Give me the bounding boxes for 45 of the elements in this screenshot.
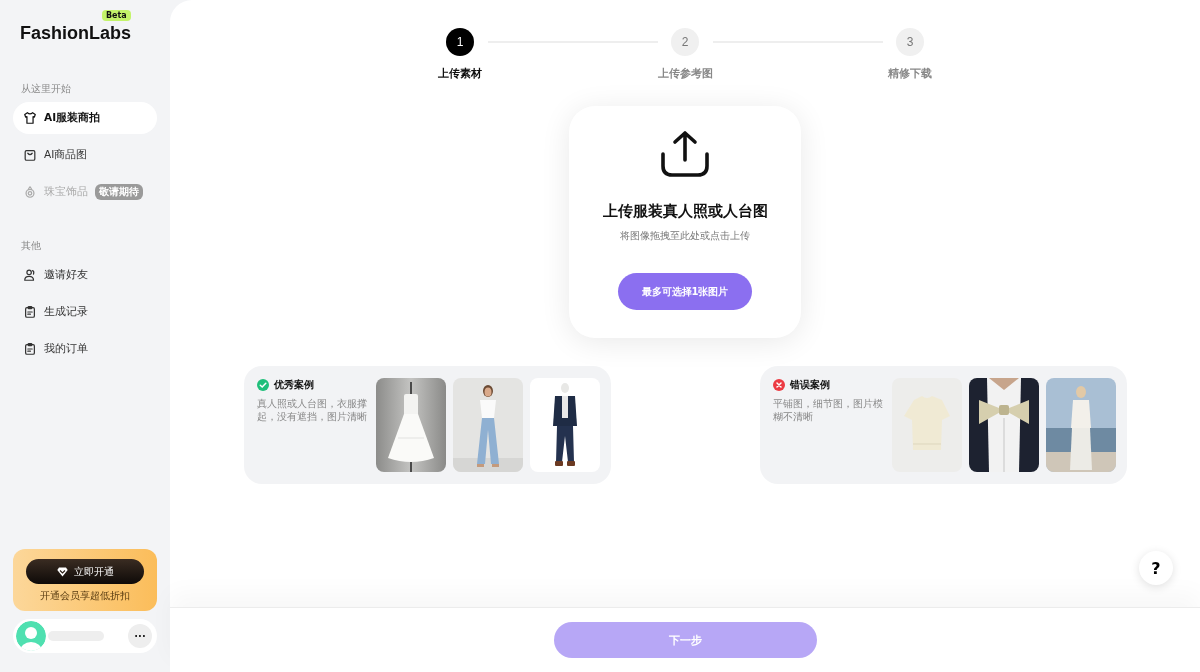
- item-label: 邀请好友: [44, 268, 88, 282]
- activate-button[interactable]: 立即开通: [26, 559, 144, 584]
- upload-title: 上传服装真人照或人台图: [602, 202, 768, 221]
- item-label: AI商品图: [44, 148, 88, 162]
- beta-badge: Beta: [102, 10, 131, 21]
- check-icon: [256, 379, 269, 391]
- sidebar-item[interactable]: AI服装商拍: [13, 102, 157, 134]
- step-label: 上传素材: [438, 66, 482, 81]
- more-button[interactable]: ···: [128, 624, 152, 648]
- coming-soon-badge: 敬请期待: [95, 184, 143, 200]
- clipboard-icon: [23, 342, 37, 356]
- example-title: 错误案例: [789, 378, 830, 392]
- upload-hint: 将图像拖拽至此处或点击上传: [620, 229, 750, 243]
- example-title: 优秀案例: [273, 378, 314, 392]
- step-number: 2: [671, 28, 699, 56]
- sidebar-item[interactable]: AI商品图: [13, 139, 157, 171]
- sidebar-item[interactable]: 生成记录: [13, 296, 157, 328]
- app-logo[interactable]: FashionLabs: [20, 23, 131, 44]
- clipboard-icon: [23, 305, 37, 319]
- bag-icon: [23, 148, 37, 162]
- ring-icon: [23, 185, 37, 199]
- upload-icon: [660, 130, 710, 178]
- membership-caption: 开通会员享超低折扣: [40, 590, 130, 603]
- select-image-button[interactable]: 最多可选择1张图片: [618, 273, 752, 310]
- upload-card[interactable]: 上传服装真人照或人台图 将图像拖拽至此处或点击上传 最多可选择1张图片: [569, 106, 801, 338]
- item-label: 生成记录: [44, 305, 88, 319]
- example-description: 平铺图，细节图，图片模糊不清晰: [772, 397, 884, 423]
- item-label: 我的订单: [44, 342, 88, 356]
- example-description: 真人照或人台图，衣服撑起，没有遮挡，图片清晰: [256, 397, 368, 423]
- item-label: 珠宝饰品: [44, 185, 88, 199]
- step-label: 上传参考图: [657, 66, 713, 81]
- help-button[interactable]: ?: [1139, 551, 1173, 585]
- item-label: AI服装商拍: [44, 111, 101, 125]
- sidebar-item[interactable]: 邀请好友: [13, 259, 157, 291]
- step-number: 1: [446, 28, 474, 56]
- shirt-icon: [23, 111, 37, 125]
- diamond-icon: [56, 566, 68, 577]
- section-label: 其他: [21, 239, 42, 253]
- error-icon: [772, 379, 785, 391]
- avatar-icon[interactable]: [16, 621, 46, 651]
- sidebar-item[interactable]: 我的订单: [13, 333, 157, 365]
- section-label: 从这里开始: [21, 82, 72, 96]
- user-icon: [23, 268, 37, 282]
- step-number: 3: [896, 28, 924, 56]
- step-label: 精修下载: [888, 66, 932, 81]
